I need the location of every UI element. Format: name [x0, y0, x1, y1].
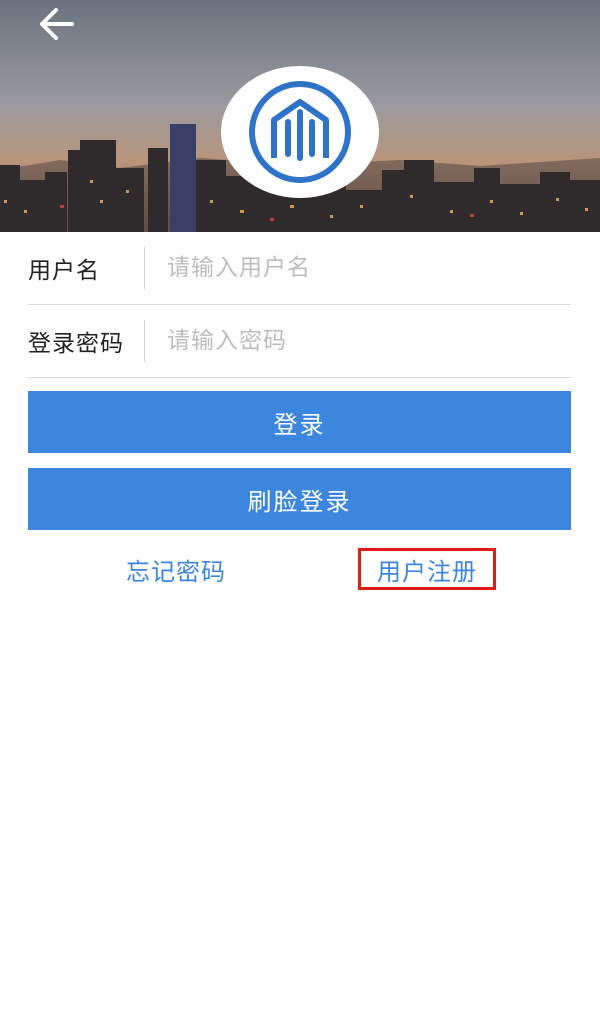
password-row: 登录密码: [28, 305, 571, 378]
face-login-button[interactable]: 刷脸登录: [28, 468, 571, 530]
password-input[interactable]: [165, 327, 571, 355]
back-arrow-icon: [40, 8, 74, 40]
register-link[interactable]: 用户注册: [358, 548, 496, 590]
username-row: 用户名: [28, 232, 571, 305]
header-banner: [0, 0, 600, 232]
login-screen: 用户名 登录密码 登录 刷脸登录 忘记密码 用户注册: [0, 0, 600, 1033]
field-divider: [144, 247, 145, 289]
login-button[interactable]: 登录: [28, 391, 571, 453]
username-input[interactable]: [165, 254, 571, 282]
field-divider: [144, 320, 145, 362]
password-label: 登录密码: [28, 331, 124, 357]
app-logo-icon: [249, 81, 351, 183]
username-label: 用户名: [28, 258, 100, 284]
app-logo: [221, 66, 379, 198]
back-button[interactable]: [34, 4, 78, 44]
forgot-password-link[interactable]: 忘记密码: [118, 548, 234, 590]
